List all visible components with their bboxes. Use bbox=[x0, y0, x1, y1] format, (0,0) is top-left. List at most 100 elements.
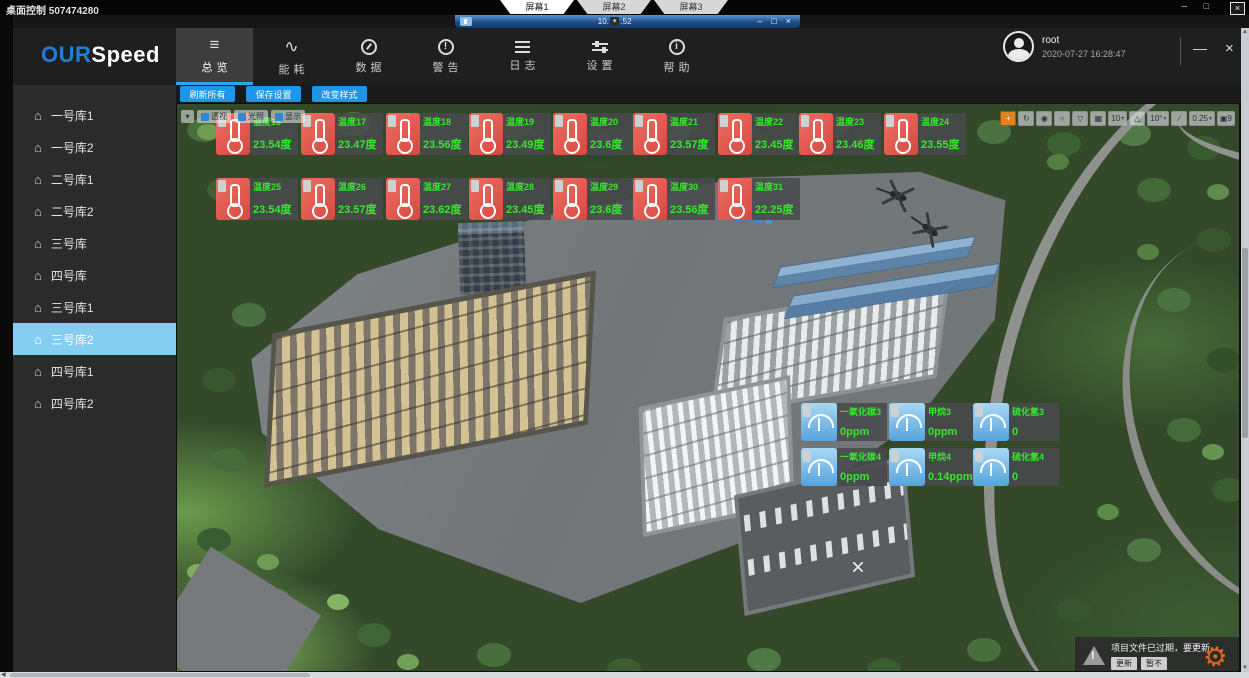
gas-gauge-icon bbox=[973, 403, 1009, 441]
notification-button[interactable]: 更新 bbox=[1111, 657, 1137, 670]
session-close-button[interactable]: × bbox=[786, 15, 791, 28]
user-block[interactable]: root 2020-07-27 16:28:47 bbox=[1003, 31, 1126, 62]
target-tool-button[interactable]: + bbox=[1000, 111, 1016, 126]
sidebar-item[interactable]: ⌂四号库1 bbox=[13, 355, 176, 387]
sidebar-item[interactable]: ⌂一号库2 bbox=[13, 131, 176, 163]
temperature-widget[interactable]: 温度1723.47度 bbox=[301, 113, 383, 155]
temperature-value: 23.62度 bbox=[423, 201, 466, 217]
screen-tab[interactable]: 屏幕2 bbox=[577, 0, 651, 14]
temperature-widget[interactable]: 温度2723.62度 bbox=[386, 178, 468, 220]
sidebar-item[interactable]: ⌂三号库1 bbox=[13, 291, 176, 323]
temperature-widget[interactable]: 温度1823.56度 bbox=[386, 113, 468, 155]
camera-view-button[interactable]: ▣9 bbox=[1217, 111, 1235, 126]
gas-sensor-widget[interactable]: 一氧化碳30ppm bbox=[801, 403, 887, 441]
temperature-label: 温度30 bbox=[670, 180, 713, 193]
gas-sensor-widget[interactable]: 硫化氢40 bbox=[973, 448, 1059, 486]
pin-icon[interactable] bbox=[460, 17, 472, 26]
home-icon: ⌂ bbox=[34, 364, 42, 379]
temperature-label: 温度20 bbox=[590, 115, 633, 128]
refresh-view-button[interactable]: ↻ bbox=[1018, 111, 1034, 126]
sidebar-item[interactable]: ⌂二号库2 bbox=[13, 195, 176, 227]
globe-tool-button[interactable]: ○ bbox=[1054, 111, 1070, 126]
scene-viewport[interactable]: ▾透视光照显示 +↻◉○▽▦10▾△10°▾∕0.25▾▣9 温度1623.54… bbox=[176, 103, 1240, 672]
remote-minimize-button[interactable]: – bbox=[1181, 1, 1187, 12]
action-button-row: 刷新所有保存设置改变样式 bbox=[13, 85, 1241, 103]
sidebar-label: 一号库2 bbox=[51, 139, 94, 156]
grid-size-select[interactable]: 10▾ bbox=[1108, 111, 1127, 126]
nav-item[interactable]: 设置 bbox=[561, 28, 638, 85]
vertical-scrollbar[interactable]: ▲ ▼ bbox=[1241, 28, 1249, 672]
temperature-widget[interactable]: 温度1923.49度 bbox=[469, 113, 551, 155]
measure-tool-button[interactable]: ∕ bbox=[1171, 111, 1187, 126]
scroll-left-icon[interactable]: ◀ bbox=[1, 672, 6, 678]
angle-step-select[interactable]: 10°▾ bbox=[1147, 111, 1169, 126]
view-caret-button[interactable]: ▾ bbox=[181, 110, 194, 123]
horizontal-scrollbar[interactable]: ◀ bbox=[0, 672, 1249, 678]
temperature-widget[interactable]: 温度2223.45度 bbox=[718, 113, 800, 155]
screen-tab[interactable]: 屏幕3 bbox=[654, 0, 728, 14]
temperature-widget[interactable]: 温度3023.56度 bbox=[633, 178, 715, 220]
corner-tag bbox=[388, 180, 396, 192]
nav-item[interactable]: ∿能耗 bbox=[253, 28, 330, 85]
temperature-widget[interactable]: 温度2123.57度 bbox=[633, 113, 715, 155]
temperature-widget[interactable]: 温度2823.45度 bbox=[469, 178, 551, 220]
sidebar-item[interactable]: ⌂三号库2 bbox=[13, 323, 176, 355]
sidebar-item[interactable]: ⌂三号库 bbox=[13, 227, 176, 259]
temperature-widget[interactable]: 温度2323.46度 bbox=[799, 113, 881, 155]
gas-sensor-widget[interactable]: 硫化氢30 bbox=[973, 403, 1059, 441]
angle-tool-button[interactable]: △ bbox=[1129, 111, 1145, 126]
vertical-scroll-thumb[interactable] bbox=[1242, 248, 1248, 438]
temperature-label: 温度25 bbox=[253, 180, 296, 193]
grid-tool-button[interactable]: ▦ bbox=[1090, 111, 1106, 126]
temperature-widget[interactable]: 温度2923.6度 bbox=[553, 178, 635, 220]
session-restore-button[interactable]: □ bbox=[771, 15, 776, 28]
nav-item[interactable]: i帮助 bbox=[638, 28, 715, 85]
notification-button[interactable]: 暂不 bbox=[1141, 657, 1167, 670]
session-ip-prefix: 10. bbox=[598, 17, 609, 26]
temperature-widget[interactable]: 温度2023.6度 bbox=[553, 113, 635, 155]
thermometer-icon bbox=[216, 178, 250, 220]
sidebar-item[interactable]: ⌂二号库1 bbox=[13, 163, 176, 195]
view-button[interactable]: 显示 bbox=[271, 110, 305, 123]
scale-step-select[interactable]: 0.25▾ bbox=[1189, 111, 1215, 126]
action-button[interactable]: 改变样式 bbox=[312, 86, 367, 102]
caret-down-icon: ▾ bbox=[1121, 115, 1124, 122]
gas-sensor-widget[interactable]: 一氧化碳40ppm bbox=[801, 448, 887, 486]
horizontal-scroll-thumb[interactable] bbox=[10, 673, 310, 677]
view-button[interactable]: 光照 bbox=[234, 110, 268, 123]
view-button[interactable]: 透视 bbox=[197, 110, 231, 123]
filter-tool-button[interactable]: ▽ bbox=[1072, 111, 1088, 126]
nav-item[interactable]: 日志 bbox=[484, 28, 561, 85]
nav-item[interactable]: 数据 bbox=[330, 28, 407, 85]
temperature-widget[interactable]: 温度2623.57度 bbox=[301, 178, 383, 220]
home-icon: ⌂ bbox=[34, 300, 42, 315]
gas-value: 0.14ppm bbox=[928, 471, 973, 483]
scene-toolbar: +↻◉○▽▦10▾△10°▾∕0.25▾▣9 bbox=[1000, 111, 1235, 126]
gas-sensor-widget[interactable]: 甲烷30ppm bbox=[889, 403, 975, 441]
scroll-up-icon[interactable]: ▲ bbox=[1242, 29, 1248, 35]
screen-tab[interactable]: 屏幕1 bbox=[500, 0, 574, 14]
remote-maximize-button[interactable]: □ bbox=[1204, 1, 1209, 11]
session-dropdown-icon[interactable]: ▾ bbox=[610, 17, 620, 26]
remote-close-icon[interactable]: × bbox=[1230, 2, 1245, 15]
app-minimize-button[interactable]: — bbox=[1193, 40, 1207, 56]
sidebar-item[interactable]: ⌂四号库 bbox=[13, 259, 176, 291]
sidebar-item[interactable]: ⌂一号库1 bbox=[13, 99, 176, 131]
nav-item[interactable]: ≡总览 bbox=[176, 28, 253, 85]
corner-tag bbox=[803, 405, 811, 417]
sidebar-item[interactable]: ⌂四号库2 bbox=[13, 387, 176, 419]
temperature-widget[interactable]: 温度2523.54度 bbox=[216, 178, 298, 220]
nav-item[interactable]: !警告 bbox=[407, 28, 484, 85]
sensor-panel: 温度2423.55度 bbox=[918, 113, 966, 155]
focus-tool-button[interactable]: ◉ bbox=[1036, 111, 1052, 126]
gas-sensor-widget[interactable]: 甲烷40.14ppm bbox=[889, 448, 975, 486]
gas-value: 0 bbox=[1012, 426, 1057, 438]
app-close-button[interactable]: × bbox=[1225, 40, 1234, 57]
session-minimize-button[interactable]: – bbox=[757, 15, 762, 28]
sensor-panel: 温度2523.54度 bbox=[250, 178, 298, 220]
action-button[interactable]: 刷新所有 bbox=[180, 86, 235, 102]
temperature-widget[interactable]: 温度3122.25度 bbox=[718, 178, 800, 220]
temperature-widget[interactable]: 温度2423.55度 bbox=[884, 113, 966, 155]
action-button[interactable]: 保存设置 bbox=[246, 86, 301, 102]
scroll-down-icon[interactable]: ▼ bbox=[1242, 665, 1248, 671]
